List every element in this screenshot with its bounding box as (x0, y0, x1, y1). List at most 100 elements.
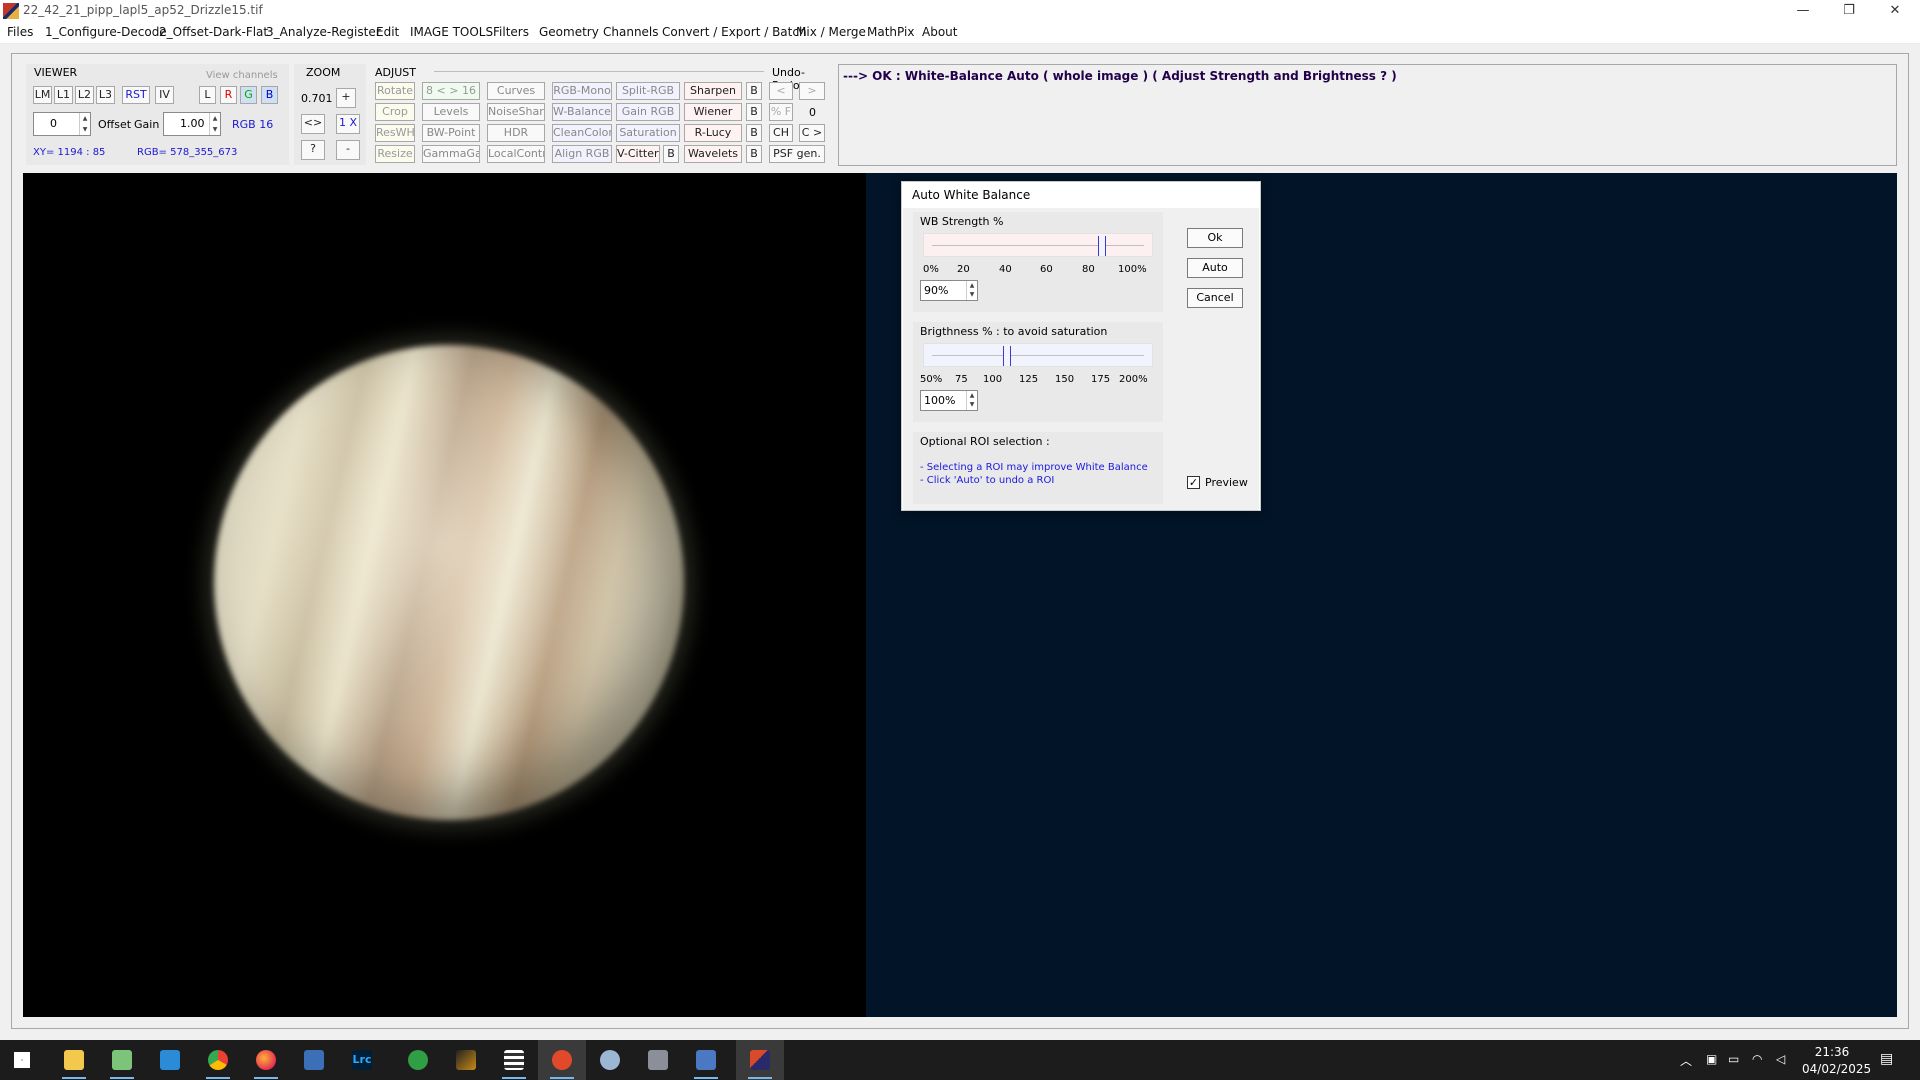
bw-point-button[interactable]: BW-Point (422, 124, 480, 142)
v-cittert-b-button[interactable]: B (663, 145, 679, 163)
chevron-up-icon[interactable]: ︿ (1680, 1052, 1692, 1069)
channel-b-button[interactable]: B (261, 86, 278, 104)
ch-button[interactable]: CH (769, 124, 793, 142)
volume-icon[interactable]: ◁ (1776, 1052, 1785, 1066)
gain-rgb-button[interactable]: Gain RGB (616, 103, 680, 121)
clock-time[interactable]: 21:36 (1802, 1045, 1862, 1059)
l3-button[interactable]: L3 (96, 86, 115, 104)
wavelets-button[interactable]: Wavelets (684, 145, 742, 163)
spinner-arrows-icon[interactable]: ▲ ▼ (966, 281, 977, 300)
menu-files[interactable]: Files (7, 25, 33, 39)
bit-depth-button[interactable]: 8 < > 16 (422, 82, 480, 100)
resize-button[interactable]: Resize (375, 145, 415, 163)
taskbar-autostakkert[interactable] (442, 1040, 490, 1080)
gain-spinner[interactable]: 1.00 ▲ ▼ (163, 112, 221, 136)
spinner-arrows-icon[interactable]: ▲ ▼ (79, 113, 90, 135)
wifi-icon[interactable]: ◠ (1752, 1052, 1762, 1066)
w-balance-button[interactable]: W-Balance (552, 103, 612, 121)
curves-button[interactable]: Curves (487, 82, 545, 100)
close-button[interactable]: ✕ (1872, 0, 1918, 22)
wiener-b-button[interactable]: B (746, 103, 762, 121)
localcontr-button[interactable]: LocalContr (487, 145, 545, 163)
c-next-button[interactable]: C > (799, 124, 825, 142)
split-rgb-button[interactable]: Split-RGB (616, 82, 680, 100)
zoom-help-button[interactable]: ? (301, 140, 325, 160)
iv-button[interactable]: IV (155, 86, 174, 104)
menu-mix-merge[interactable]: Mix / Merge (796, 25, 866, 39)
zoom-in-button[interactable]: + (336, 88, 356, 108)
saturation-button[interactable]: Saturation (616, 124, 680, 142)
taskbar-lightroom[interactable]: Lrc (338, 1040, 386, 1080)
start-button[interactable] (0, 1040, 48, 1080)
zoom-fit-button[interactable]: <> (301, 114, 325, 134)
preview-checkbox[interactable]: ✓ (1187, 476, 1200, 489)
taskbar-asi-studio[interactable] (538, 1040, 586, 1080)
menu-mathpix[interactable]: MathPix (867, 25, 914, 39)
menu-about[interactable]: About (922, 25, 957, 39)
l1-button[interactable]: L1 (54, 86, 73, 104)
cleancolor-button[interactable]: CleanColor (552, 124, 612, 142)
restore-button[interactable]: ❐ (1826, 0, 1872, 22)
r-lucy-button[interactable]: R-Lucy (684, 124, 742, 142)
rst-button[interactable]: RST (122, 86, 150, 104)
slider-thumb[interactable] (1097, 236, 1106, 256)
levels-button[interactable]: Levels (422, 103, 480, 121)
minimize-button[interactable]: — (1780, 0, 1826, 22)
menu-convert-export-batch[interactable]: Convert / Export / Batch (662, 25, 807, 39)
offset-spinner[interactable]: 0 ▲ ▼ (33, 112, 91, 136)
crop-button[interactable]: Crop (375, 103, 415, 121)
wiener-button[interactable]: Wiener (684, 103, 742, 121)
menu-geometry[interactable]: Geometry (539, 25, 599, 39)
rgb-mono-button[interactable]: RGB-Mono (552, 82, 612, 100)
slider-thumb[interactable] (1003, 346, 1012, 366)
v-cittert-button[interactable]: V-Cittert (616, 145, 660, 163)
wb-strength-slider[interactable] (923, 233, 1153, 257)
taskbar-registax[interactable] (634, 1040, 682, 1080)
taskbar-winjupos[interactable] (736, 1040, 784, 1080)
auto-button[interactable]: Auto (1187, 258, 1243, 278)
taskbar-file-explorer[interactable] (50, 1040, 98, 1080)
percent-f-button[interactable]: % F (769, 103, 793, 121)
r-lucy-b-button[interactable]: B (746, 124, 762, 142)
psf-gen-button[interactable]: PSF gen. (769, 145, 825, 163)
channel-l-button[interactable]: L (199, 86, 216, 104)
gammagain-button[interactable]: GammaGain (422, 145, 480, 163)
ok-button[interactable]: Ok (1187, 228, 1243, 248)
brightness-slider[interactable] (923, 343, 1153, 367)
wavelets-b-button[interactable]: B (746, 145, 762, 163)
lm-button[interactable]: LM (33, 86, 52, 104)
menu-image-tools[interactable]: IMAGE TOOLS (410, 25, 493, 39)
battery-icon[interactable]: ▭ (1728, 1052, 1739, 1066)
l2-button[interactable]: L2 (75, 86, 94, 104)
rotate-button[interactable]: Rotate (375, 82, 415, 100)
noisesharp-button[interactable]: NoiseSharp (487, 103, 545, 121)
spinner-arrows-icon[interactable]: ▲ ▼ (966, 391, 977, 410)
notification-icon[interactable]: ▤ (1880, 1051, 1893, 1067)
taskbar-firefox[interactable] (242, 1040, 290, 1080)
taskbar-notepad[interactable] (98, 1040, 146, 1080)
spinner-arrows-icon[interactable]: ▲ ▼ (209, 113, 220, 135)
taskbar-xbox[interactable] (394, 1040, 442, 1080)
sharpen-button[interactable]: Sharpen (684, 82, 742, 100)
device-icon[interactable]: ▣ (1706, 1052, 1717, 1066)
align-rgb-button[interactable]: Align RGB (552, 145, 612, 163)
channel-g-button[interactable]: G (240, 86, 257, 104)
taskbar-paint[interactable] (586, 1040, 634, 1080)
taskbar-sharpcap[interactable] (490, 1040, 538, 1080)
taskbar-vscode[interactable] (146, 1040, 194, 1080)
taskbar-astro-tool[interactable] (290, 1040, 338, 1080)
menu-offset-dark-flat[interactable]: 2_Offset-Dark-Flat (159, 25, 268, 39)
zoom-1x-button[interactable]: 1 X (336, 114, 360, 134)
channel-r-button[interactable]: R (220, 86, 237, 104)
redo-button[interactable]: > (799, 82, 825, 100)
taskbar-image-viewer[interactable] (682, 1040, 730, 1080)
menu-configure-decode[interactable]: 1_Configure-Decode (45, 25, 167, 39)
wb-strength-field[interactable]: 90% ▲ ▼ (920, 280, 978, 301)
zoom-out-button[interactable]: - (336, 140, 360, 160)
menu-channels[interactable]: Channels (603, 25, 659, 39)
brightness-field[interactable]: 100% ▲ ▼ (920, 390, 978, 411)
cancel-button[interactable]: Cancel (1187, 288, 1243, 308)
undo-button[interactable]: < (769, 82, 793, 100)
clock-date[interactable]: 04/02/2025 (1802, 1062, 1871, 1076)
taskbar-chrome[interactable] (194, 1040, 242, 1080)
